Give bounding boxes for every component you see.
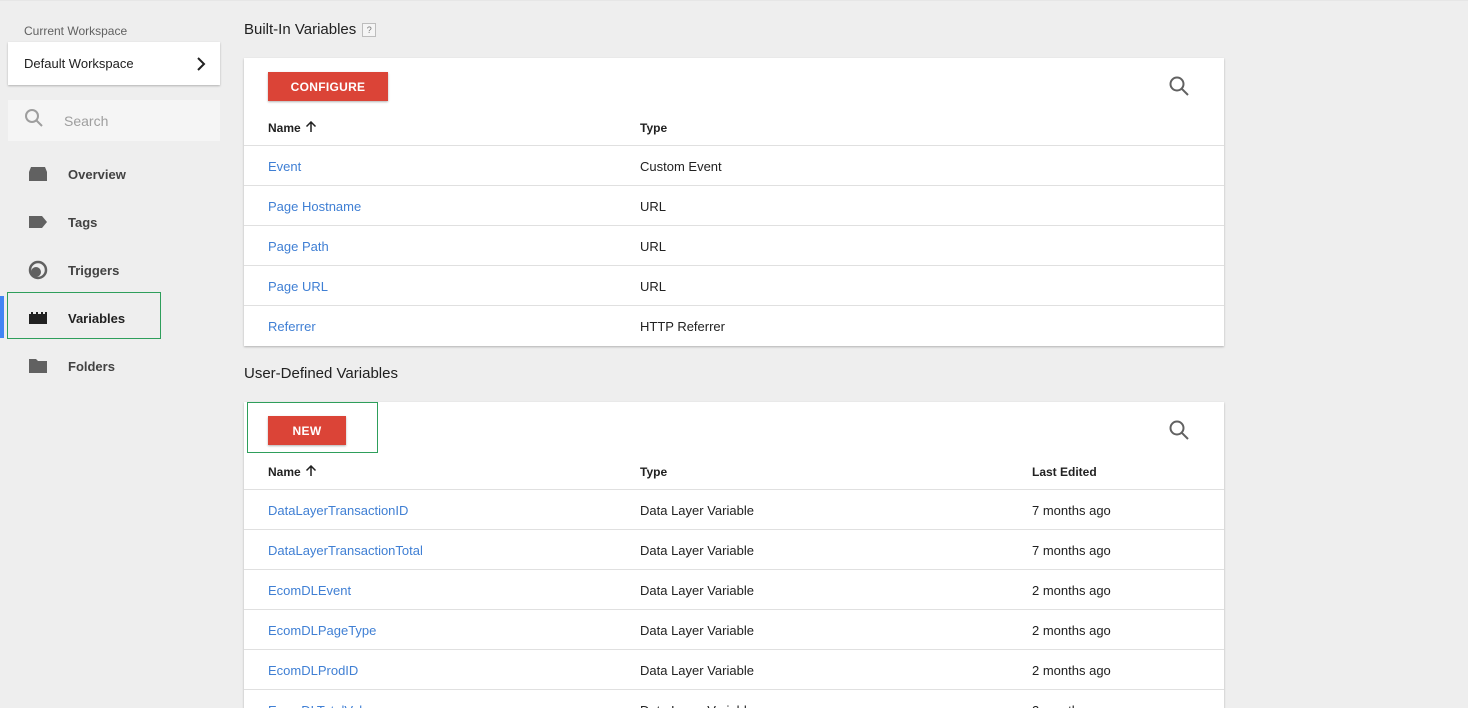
table-row: Referrer HTTP Referrer xyxy=(244,305,1224,345)
last-edited: 2 months ago xyxy=(1032,582,1111,598)
configure-button[interactable]: CONFIGURE xyxy=(268,72,388,101)
variable-name-link[interactable]: EcomDLEvent xyxy=(268,570,351,610)
last-edited: 7 months ago xyxy=(1032,502,1111,518)
sidebar-item-label: Folders xyxy=(68,358,115,374)
search-icon[interactable] xyxy=(1168,419,1190,441)
search-icon[interactable] xyxy=(1168,75,1190,97)
variable-type: Data Layer Variable xyxy=(640,542,754,558)
variable-name-link[interactable]: Referrer xyxy=(268,306,316,346)
sidebar-item-tags[interactable]: Tags xyxy=(0,199,228,245)
sidebar-item-label: Triggers xyxy=(68,262,120,278)
sidebar-item-triggers[interactable]: Triggers xyxy=(0,247,228,293)
search-icon xyxy=(24,108,44,133)
variable-type: Data Layer Variable xyxy=(640,502,754,518)
table-row: Page Path URL xyxy=(244,225,1224,265)
overview-icon xyxy=(28,164,48,184)
table-row: EcomDLTotalValue Data Layer Variable 2 m… xyxy=(244,689,1224,708)
table-row: Event Custom Event xyxy=(244,145,1224,185)
last-edited: 2 months ago xyxy=(1032,622,1111,638)
type-column-header[interactable]: Type xyxy=(640,110,667,146)
userdefined-variables-card: NEW Name Type Last Edited DataLayerTrans… xyxy=(244,402,1224,708)
last-edited: 2 months ago xyxy=(1032,662,1111,678)
userdefined-section-title: User-Defined Variables xyxy=(244,365,398,382)
variable-name-link[interactable]: Event xyxy=(268,146,301,186)
search-input[interactable] xyxy=(64,112,204,129)
variable-type: Data Layer Variable xyxy=(640,662,754,678)
variable-name-link[interactable]: EcomDLTotalValue xyxy=(268,690,377,708)
sidebar-item-variables[interactable]: Variables xyxy=(0,295,228,341)
table-row: EcomDLEvent Data Layer Variable 2 months… xyxy=(244,569,1224,609)
variable-type: URL xyxy=(640,198,667,214)
variable-name-link[interactable]: Page Hostname xyxy=(268,186,361,226)
arrow-up-icon xyxy=(301,120,317,136)
arrow-up-icon xyxy=(301,464,317,480)
variable-type: URL xyxy=(640,238,667,254)
userdefined-table-header: Name Type Last Edited xyxy=(244,454,1224,490)
variable-name-link[interactable]: Page URL xyxy=(268,266,328,306)
sidebar-item-label: Tags xyxy=(68,214,98,230)
name-column-header[interactable]: Name xyxy=(268,454,317,490)
last-edited: 2 months ago xyxy=(1032,690,1111,708)
column-header-label: Name xyxy=(268,465,301,479)
builtin-table-header: Name Type xyxy=(244,110,1224,146)
variable-name-link[interactable]: Page Path xyxy=(268,226,329,266)
last-edited-column-header[interactable]: Last Edited xyxy=(1032,454,1097,490)
table-row: EcomDLProdID Data Layer Variable 2 month… xyxy=(244,649,1224,689)
variable-type: URL xyxy=(640,278,667,294)
workspace-selector[interactable]: Default Workspace xyxy=(8,42,220,85)
chevron-right-icon xyxy=(196,56,206,71)
sidebar-search[interactable] xyxy=(8,100,220,141)
variable-name-link[interactable]: DataLayerTransactionID xyxy=(268,490,408,530)
table-row: Page URL URL xyxy=(244,265,1224,305)
variable-type: Data Layer Variable xyxy=(640,582,754,598)
variable-name-link[interactable]: DataLayerTransactionTotal xyxy=(268,530,423,570)
table-row: Page Hostname URL xyxy=(244,185,1224,225)
folder-icon xyxy=(28,356,48,376)
help-icon[interactable]: ? xyxy=(362,23,377,38)
variable-name-link[interactable]: EcomDLProdID xyxy=(268,650,358,690)
sidebar-item-label: Overview xyxy=(68,166,126,182)
variable-type: Data Layer Variable xyxy=(640,690,754,708)
builtin-section-title: Built-In Variables? xyxy=(244,21,377,38)
table-row: DataLayerTransactionID Data Layer Variab… xyxy=(244,489,1224,529)
variable-type: Custom Event xyxy=(640,158,722,174)
sidebar-item-label: Variables xyxy=(68,310,126,326)
variable-type: HTTP Referrer xyxy=(640,318,725,334)
builtin-title-text: Built-In Variables xyxy=(244,21,357,38)
name-column-header[interactable]: Name xyxy=(268,110,317,146)
table-row: EcomDLPageType Data Layer Variable 2 mon… xyxy=(244,609,1224,649)
sidebar-item-folders[interactable]: Folders xyxy=(0,343,228,389)
last-edited: 7 months ago xyxy=(1032,542,1111,558)
current-workspace-label: Current Workspace xyxy=(24,24,128,38)
tag-icon xyxy=(28,212,48,232)
variable-type: Data Layer Variable xyxy=(640,622,754,638)
trigger-icon xyxy=(28,260,48,280)
table-row: DataLayerTransactionTotal Data Layer Var… xyxy=(244,529,1224,569)
sidebar: Current Workspace Default Workspace Over… xyxy=(0,0,228,708)
builtin-variables-card: CONFIGURE Name Type Event Custom Event P… xyxy=(244,58,1224,346)
sidebar-item-overview[interactable]: Overview xyxy=(0,151,228,197)
new-variable-button[interactable]: NEW xyxy=(268,416,346,445)
type-column-header[interactable]: Type xyxy=(640,454,667,490)
column-header-label: Name xyxy=(268,121,301,135)
variables-icon xyxy=(28,308,48,328)
workspace-name: Default Workspace xyxy=(24,56,134,71)
variable-name-link[interactable]: EcomDLPageType xyxy=(268,610,376,650)
